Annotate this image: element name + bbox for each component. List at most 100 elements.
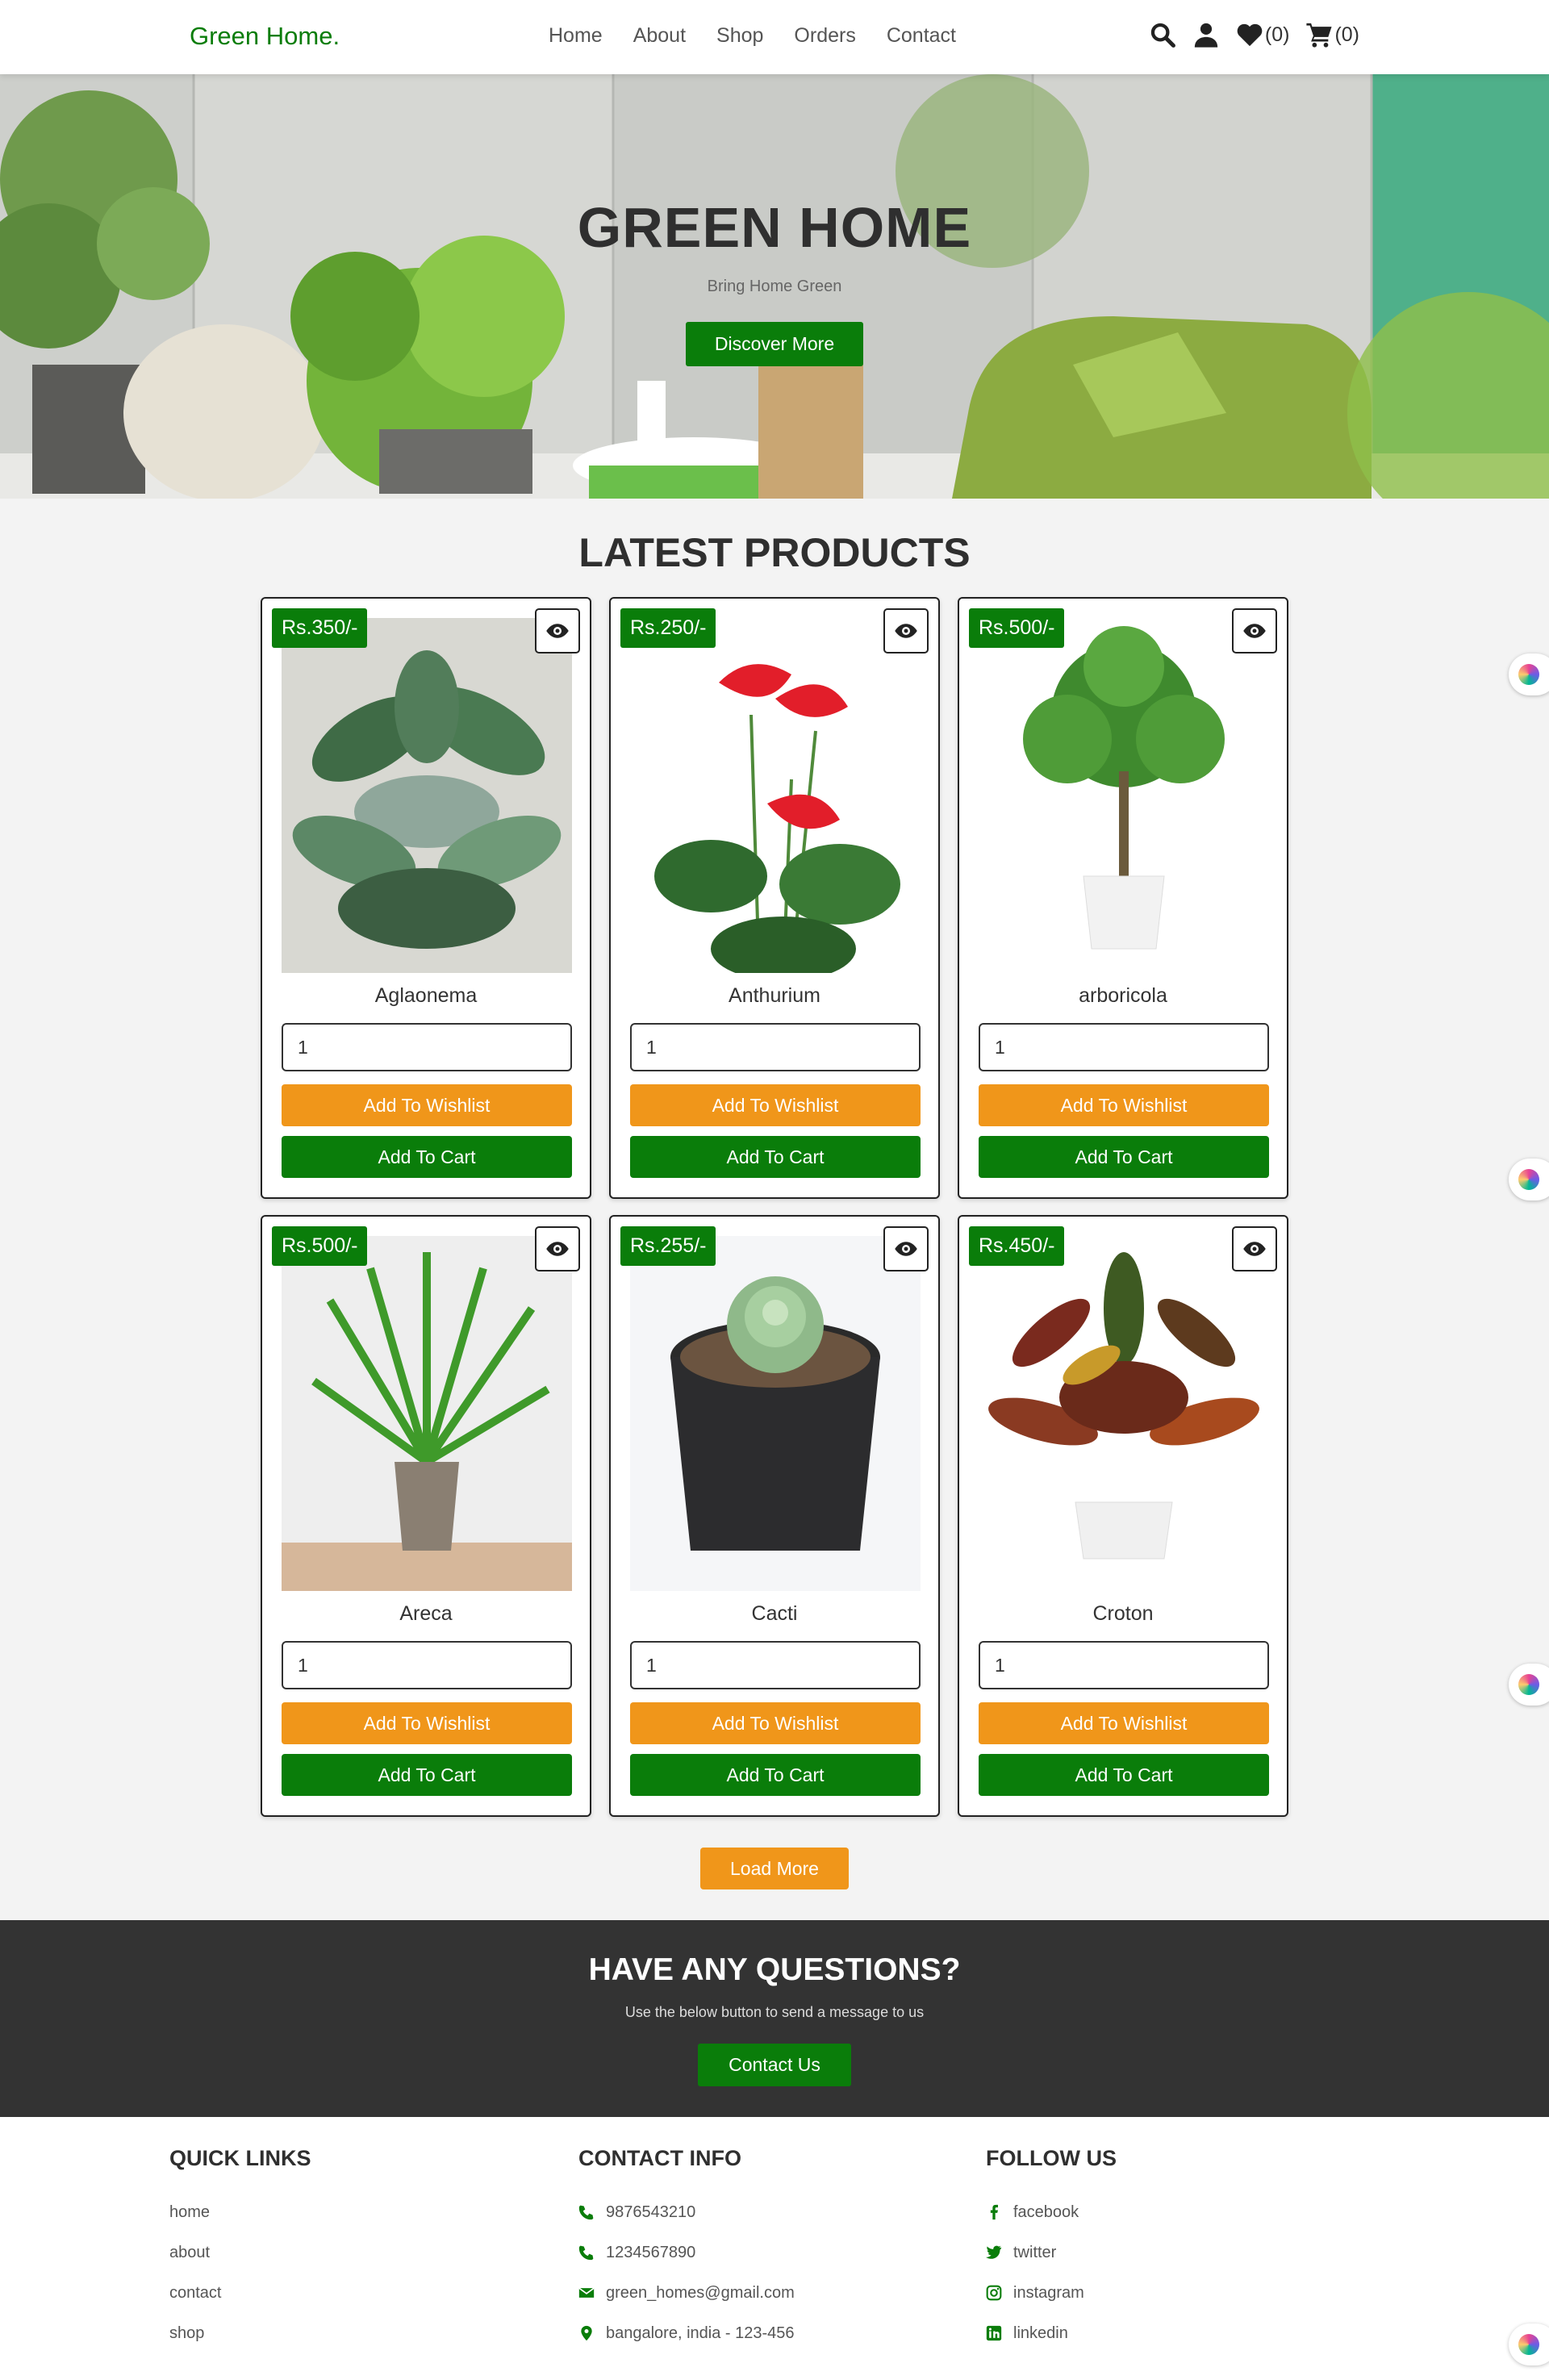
quick-links-title: QUICK LINKS [169, 2146, 311, 2170]
logo[interactable]: Green Home. [190, 22, 340, 51]
phone-number-2[interactable]: 1234567890 [606, 2244, 695, 2262]
envelope-icon [578, 2287, 595, 2298]
site-header: Green Home. Home About Shop Orders Conta… [0, 0, 1549, 74]
twitter-icon [986, 2245, 1002, 2259]
quantity-input[interactable]: 1 [979, 1023, 1269, 1071]
heart-icon [1237, 23, 1263, 47]
phone-number-1[interactable]: 9876543210 [606, 2203, 695, 2222]
quantity-input[interactable]: 1 [282, 1641, 572, 1689]
nav-home[interactable]: Home [549, 24, 603, 48]
nav-orders[interactable]: Orders [794, 24, 855, 48]
discover-more-button[interactable]: Discover More [685, 322, 864, 366]
quick-view-button[interactable] [1232, 1226, 1277, 1271]
product-name: Areca [399, 1602, 453, 1625]
footer-link-shop[interactable]: shop [169, 2313, 311, 2353]
eye-icon [546, 1242, 569, 1256]
add-to-wishlist-button[interactable]: Add To Wishlist [282, 1084, 572, 1126]
social-instagram[interactable]: instagram [986, 2273, 1117, 2313]
latest-products-title: LATEST PRODUCTS [578, 530, 971, 575]
quick-view-button[interactable] [883, 1226, 929, 1271]
email-item: green_homes@gmail.com [578, 2273, 795, 2313]
add-to-cart-button[interactable]: Add To Cart [979, 1754, 1269, 1796]
product-card: Rs.250/- Anthurium 1 Add To Wishlist Add… [609, 597, 940, 1199]
price-badge: Rs.255/- [620, 1226, 716, 1266]
floating-assistant-button[interactable] [1509, 1664, 1549, 1706]
quick-view-button[interactable] [883, 608, 929, 653]
phone-item: 9876543210 [578, 2192, 795, 2232]
social-linkedin[interactable]: linkedin [986, 2313, 1117, 2353]
nav-contact[interactable]: Contact [887, 24, 956, 48]
price-badge: Rs.450/- [969, 1226, 1065, 1266]
header-actions: (0) (0) [1149, 21, 1359, 48]
quick-links-column: QUICK LINKS home about contact shop [169, 2146, 311, 2353]
user-icon[interactable] [1192, 21, 1220, 48]
product-card: Rs.255/- Cacti 1 Add To Wishlist Add To … [609, 1215, 940, 1817]
add-to-wishlist-button[interactable]: Add To Wishlist [630, 1702, 921, 1744]
floating-assistant-button[interactable] [1509, 2324, 1549, 2365]
brain-icon [1518, 1169, 1539, 1190]
floating-assistant-button[interactable] [1509, 1159, 1549, 1200]
phone-item: 1234567890 [578, 2232, 795, 2273]
nav-about[interactable]: About [633, 24, 686, 48]
address: bangalore, india - 123-456 [606, 2324, 795, 2342]
email-address[interactable]: green_homes@gmail.com [606, 2284, 795, 2303]
linkedin-icon [986, 2325, 1002, 2341]
product-card: Rs.350/- Aglaonema 1 Add To Wishlist Add… [261, 597, 591, 1199]
social-facebook[interactable]: facebook [986, 2192, 1117, 2232]
product-name: Croton [1092, 1602, 1154, 1625]
site-footer: QUICK LINKS home about contact shop CONT… [0, 2117, 1549, 2380]
price-badge: Rs.500/- [969, 608, 1065, 648]
product-image [282, 618, 572, 973]
eye-icon [895, 1242, 917, 1256]
questions-subtitle: Use the below button to send a message t… [624, 2004, 925, 2020]
wishlist-link[interactable]: (0) [1236, 21, 1289, 48]
quantity-input[interactable]: 1 [630, 1023, 921, 1071]
add-to-wishlist-button[interactable]: Add To Wishlist [979, 1702, 1269, 1744]
load-more-button[interactable]: Load More [700, 1848, 849, 1889]
add-to-cart-button[interactable]: Add To Cart [630, 1136, 921, 1178]
eye-icon [1243, 1242, 1266, 1256]
quick-view-button[interactable] [535, 1226, 580, 1271]
social-label: linkedin [1013, 2324, 1068, 2342]
cart-count: (0) [1334, 23, 1359, 46]
footer-link-home[interactable]: home [169, 2192, 311, 2232]
social-label: facebook [1013, 2203, 1079, 2221]
product-card: Rs.500/- arboricola 1 Add To Wishlist Ad… [958, 597, 1288, 1199]
footer-link-about[interactable]: about [169, 2232, 311, 2273]
hero-banner: GREEN HOME Bring Home Green Discover Mor… [0, 74, 1549, 499]
add-to-cart-button[interactable]: Add To Cart [630, 1754, 921, 1796]
product-image [979, 618, 1269, 973]
floating-assistant-button[interactable] [1509, 653, 1549, 695]
quick-view-button[interactable] [535, 608, 580, 653]
add-to-wishlist-button[interactable]: Add To Wishlist [282, 1702, 572, 1744]
eye-icon [895, 624, 917, 638]
quantity-input[interactable]: 1 [282, 1023, 572, 1071]
add-to-cart-button[interactable]: Add To Cart [282, 1754, 572, 1796]
product-name: Aglaonema [374, 984, 478, 1007]
product-grid: Rs.350/- Aglaonema 1 Add To Wishlist Add… [261, 597, 1289, 1817]
search-icon[interactable] [1149, 21, 1176, 48]
price-badge: Rs.500/- [272, 1226, 368, 1266]
add-to-wishlist-button[interactable]: Add To Wishlist [979, 1084, 1269, 1126]
eye-icon [1243, 624, 1266, 638]
product-name: Cacti [751, 1602, 798, 1625]
quantity-input[interactable]: 1 [630, 1641, 921, 1689]
social-label: instagram [1013, 2283, 1084, 2302]
social-twitter[interactable]: twitter [986, 2232, 1117, 2273]
product-card: Rs.500/- Areca 1 Add To Wishlist Add To … [261, 1215, 591, 1817]
add-to-cart-button[interactable]: Add To Cart [979, 1136, 1269, 1178]
add-to-wishlist-button[interactable]: Add To Wishlist [630, 1084, 921, 1126]
contact-info-title: CONTACT INFO [578, 2146, 741, 2170]
hero-subtitle: Bring Home Green [707, 278, 842, 295]
cart-link[interactable]: (0) [1305, 21, 1359, 48]
contact-us-button[interactable]: Contact Us [698, 2044, 851, 2086]
add-to-cart-button[interactable]: Add To Cart [282, 1136, 572, 1178]
follow-us-column: FOLLOW US facebook twitter instagram lin… [986, 2146, 1117, 2353]
quantity-input[interactable]: 1 [979, 1641, 1269, 1689]
address-item: bangalore, india - 123-456 [578, 2313, 795, 2353]
footer-link-contact[interactable]: contact [169, 2273, 311, 2313]
quick-view-button[interactable] [1232, 608, 1277, 653]
product-name: arboricola [1079, 984, 1167, 1007]
nav-shop[interactable]: Shop [716, 24, 763, 48]
hero-title: GREEN HOME [577, 196, 972, 259]
